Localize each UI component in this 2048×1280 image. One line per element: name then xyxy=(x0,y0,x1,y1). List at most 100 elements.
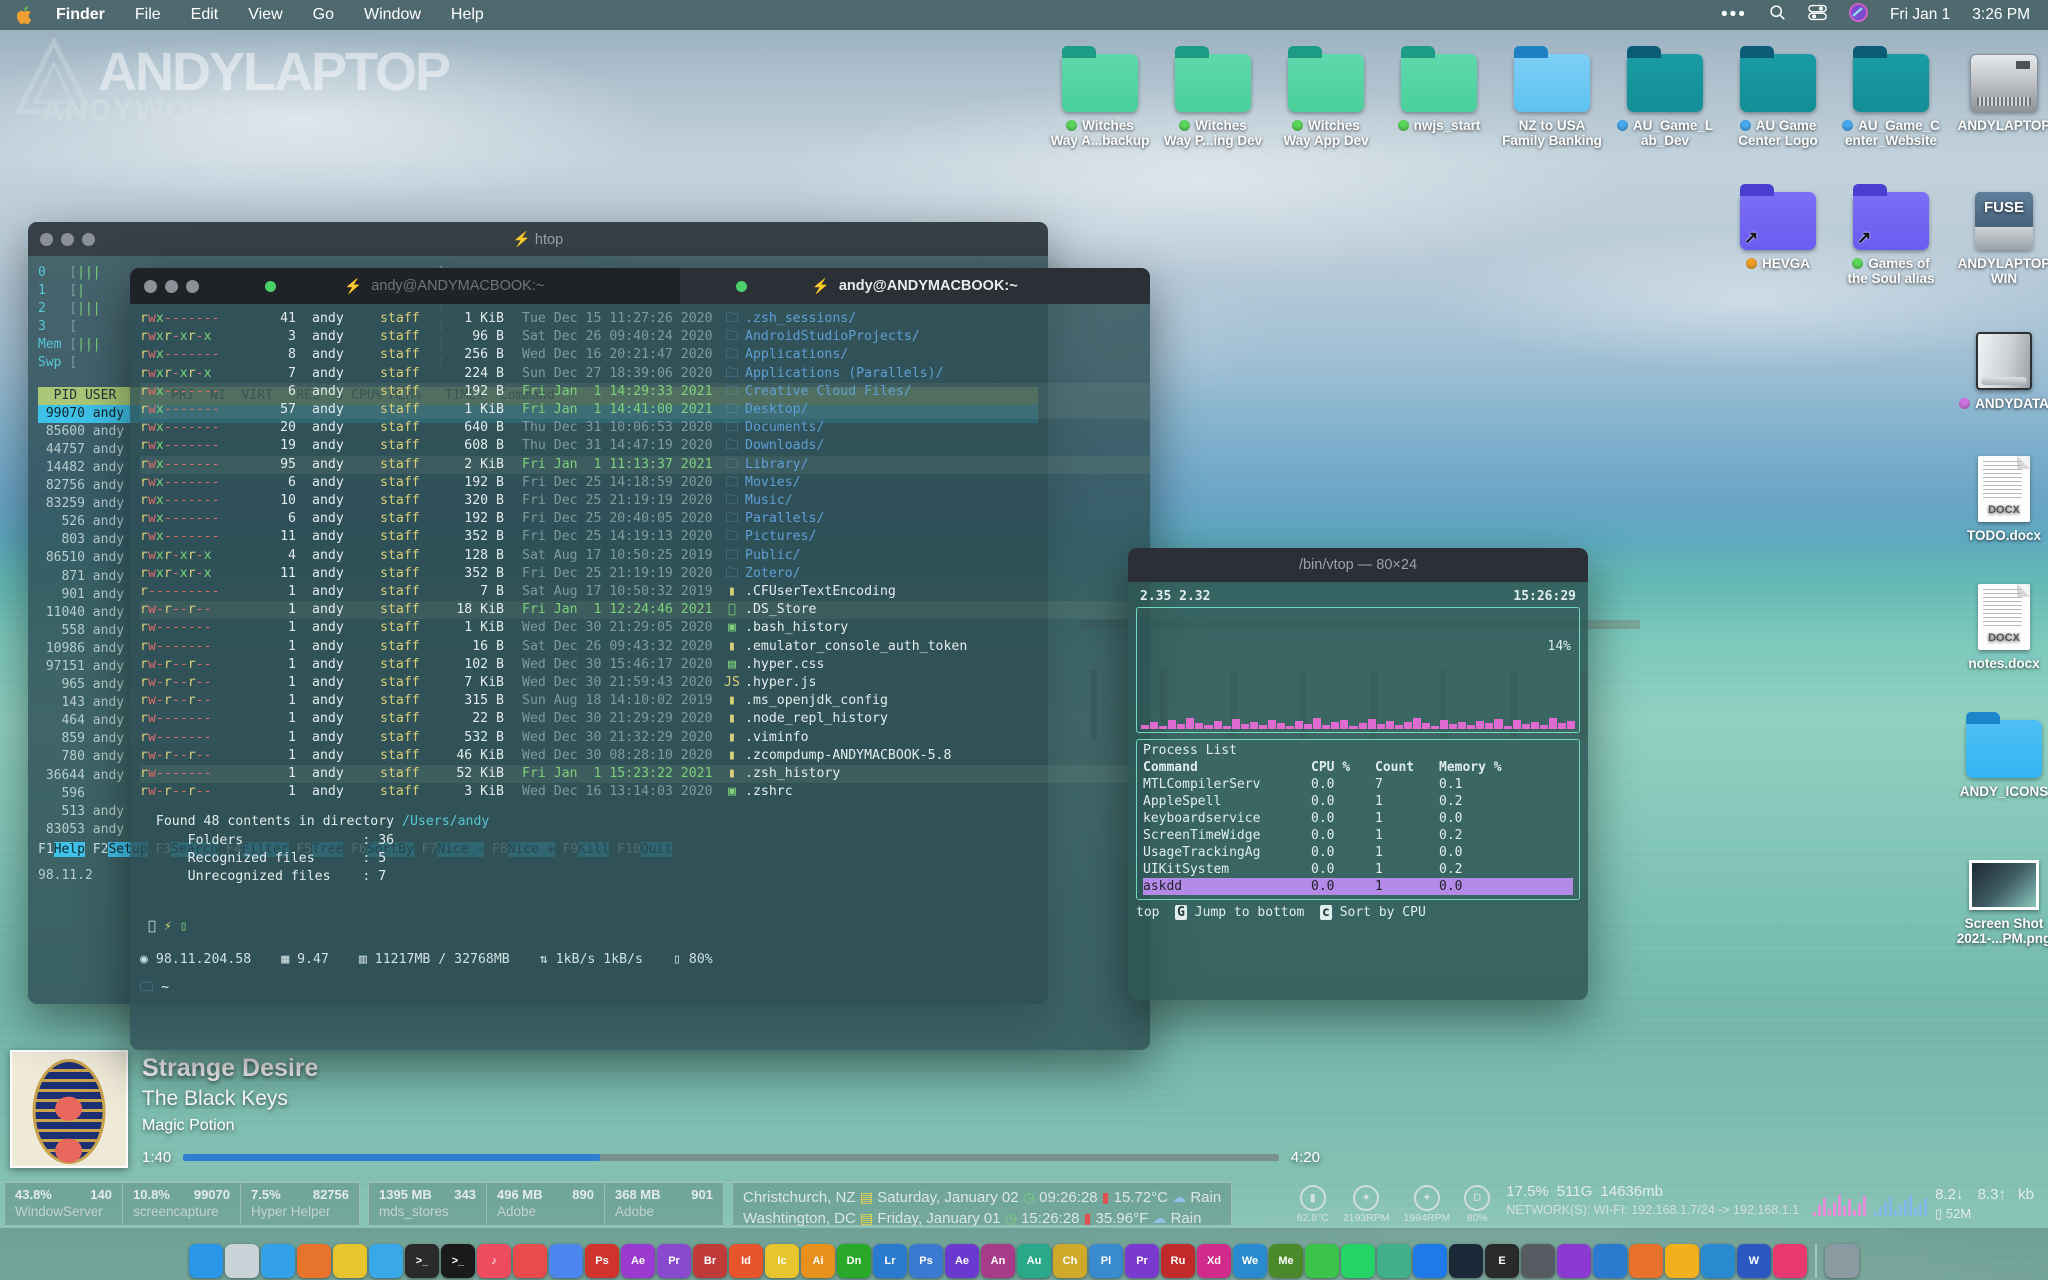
vtop-process-row[interactable]: UIKitSystem 0.0 1 0.2 xyxy=(1143,861,1573,878)
shell-prompt[interactable]: 🗀 ~ xyxy=(140,979,1150,997)
file-row[interactable]: rwx------- 6 andy staff 192 B Fri Dec 25 20:4… xyxy=(140,510,1150,528)
dock-app-messages[interactable] xyxy=(1305,1244,1339,1278)
dock-app-dropbox[interactable] xyxy=(1413,1244,1447,1278)
vtop-process-row[interactable]: AppleSpell 0.0 1 0.2 xyxy=(1143,793,1573,810)
terminal-body[interactable]: rwx------- 41 andy staff 1 KiB Tue Dec 15 11:… xyxy=(130,304,1150,1050)
file-row[interactable]: rwxr-xr-x 4 andy staff 128 B Sat Aug 17 10:50… xyxy=(140,547,1150,565)
dock-app-au[interactable]: Au xyxy=(1017,1244,1051,1278)
file-name[interactable]: .bash_history xyxy=(745,620,848,635)
file-row[interactable]: rwx------- 20 andy staff 640 B Thu Dec 31 10:… xyxy=(140,419,1150,437)
dock-app-chrome[interactable] xyxy=(333,1244,367,1278)
file-name[interactable]: Zotero/ xyxy=(745,566,801,581)
file-name[interactable]: .DS_Store xyxy=(745,602,816,617)
dock[interactable]: >_ >_ ♪ Ps Ae Pr Br Id Ic Ai Dn Lr Ps Ae An Au Ch Pl Pr Ru X… xyxy=(0,1228,2048,1280)
playback-bar[interactable]: 1:40 4:20 xyxy=(142,1149,1320,1166)
dock-app-unity[interactable] xyxy=(1521,1244,1555,1278)
desktop-icon[interactable]: DOCX TODO.docx xyxy=(1944,450,2048,543)
file-name[interactable]: Creative Cloud Files/ xyxy=(745,384,912,399)
dock-app-an[interactable]: An xyxy=(981,1244,1015,1278)
htop-fkey-label[interactable]: Help xyxy=(53,841,85,857)
menubar-time[interactable]: 3:26 PM xyxy=(1972,6,2030,24)
vtop-process-row[interactable]: UsageTrackingAg 0.0 1 0.0 xyxy=(1143,844,1573,861)
menu-app-name[interactable]: Finder xyxy=(56,6,105,24)
file-name[interactable]: Music/ xyxy=(745,493,793,508)
dock-app-ae2[interactable]: Ae xyxy=(945,1244,979,1278)
terminal-tab-1[interactable]: ⚡ andy@ANDYMACBOOK:~ xyxy=(209,268,680,304)
file-name[interactable]: .zcompdump-ANDYMACBOOK-5.8 xyxy=(745,748,951,763)
dock-app-launchpad[interactable] xyxy=(225,1244,259,1278)
vtop-footer-label[interactable]: Jump to bottom xyxy=(1195,905,1305,920)
file-row[interactable]: rw-r--r-- 1 andy staff 315 B Sun Aug 18 14:10… xyxy=(140,692,1150,710)
file-name[interactable]: .hyper.css xyxy=(745,657,824,672)
file-row[interactable]: rw------- 1 andy staff 532 B Wed Dec 30 21:32… xyxy=(140,729,1150,747)
dock-app-preview[interactable] xyxy=(549,1244,583,1278)
desktop-icon[interactable]: Witches Way A...backup xyxy=(1040,40,1160,148)
vtop-footer-label[interactable]: top xyxy=(1136,905,1159,920)
terminal-tabbar[interactable]: ⚡ andy@ANDYMACBOOK:~ ⚡ andy@ANDYMACBOOK:… xyxy=(130,268,1150,304)
minimize-button[interactable] xyxy=(165,279,178,293)
dock-app-ch[interactable]: Ch xyxy=(1053,1244,1087,1278)
menu-item-edit[interactable]: Edit xyxy=(191,6,219,24)
file-row[interactable]: r--------- 1 andy staff 7 B Sat Aug 17 10:50:… xyxy=(140,583,1150,601)
dock-app-steam[interactable] xyxy=(1449,1244,1483,1278)
file-name[interactable]: Public/ xyxy=(745,548,801,563)
dock-app-xcode[interactable] xyxy=(1593,1244,1627,1278)
desktop-icon[interactable]: AU_Game_L ab_Dev xyxy=(1605,40,1725,148)
file-name[interactable]: Library/ xyxy=(745,457,809,472)
file-row[interactable]: rwxr-xr-x 3 andy staff 96 B Sat Dec 26 09:40:… xyxy=(140,328,1150,346)
dock-app-blender[interactable] xyxy=(1629,1244,1663,1278)
dock-app-ru[interactable]: Ru xyxy=(1161,1244,1195,1278)
desktop-icon[interactable]: ANDY_ICONS xyxy=(1944,706,2048,799)
desktop-icon[interactable]: AU_Game_C enter_Website xyxy=(1831,40,1951,148)
desktop-icon[interactable]: ↗ HEVGA xyxy=(1718,178,1838,271)
dock-app-photos[interactable] xyxy=(513,1244,547,1278)
file-name[interactable]: Movies/ xyxy=(745,475,801,490)
control-center-icon[interactable] xyxy=(1808,4,1827,26)
file-row[interactable]: rwx------- 11 andy staff 352 B Fri Dec 25 14:… xyxy=(140,528,1150,546)
dock-app-safari[interactable] xyxy=(261,1244,295,1278)
dock-app-music[interactable]: ♪ xyxy=(477,1244,511,1278)
dock-app-word[interactable]: W xyxy=(1737,1244,1771,1278)
desktop-icon[interactable]: ↗ Games of the Soul alias xyxy=(1831,178,1951,286)
vtop-footer-label[interactable]: Sort by CPU xyxy=(1340,905,1426,920)
dock-app-ps[interactable]: Ps xyxy=(585,1244,619,1278)
dock-app-trash[interactable] xyxy=(1825,1244,1859,1278)
file-row[interactable]: rw-r--r-- 1 andy staff 7 KiB Wed Dec 30 21:59… xyxy=(140,674,1150,692)
vtop-process-row[interactable]: askdd 0.0 1 0.0 xyxy=(1143,878,1573,895)
desktop-icon[interactable]: Witches Way App Dev xyxy=(1266,40,1386,148)
file-name[interactable]: Desktop/ xyxy=(745,402,809,417)
maximize-button[interactable] xyxy=(82,232,95,246)
siri-icon[interactable] xyxy=(1848,3,1868,27)
desktop-icon[interactable]: FUSE ANDYLAPTOP WIN xyxy=(1944,178,2048,286)
file-row[interactable]: rw-r--r-- 1 andy staff 3 KiB Wed Dec 16 13:14… xyxy=(140,783,1150,801)
dock-app-zoom[interactable] xyxy=(1773,1244,1807,1278)
file-name[interactable]: .zsh_sessions/ xyxy=(745,311,856,326)
vtop-window[interactable]: /bin/vtop — 80×24 2.35 2.32 15:26:29 14% Pr… xyxy=(1128,548,1588,1000)
desktop-icon[interactable]: Witches Way P...ing Dev xyxy=(1153,40,1273,148)
file-name[interactable]: .hyper.js xyxy=(745,675,816,690)
file-row[interactable]: rwx------- 10 andy staff 320 B Fri Dec 25 21:… xyxy=(140,492,1150,510)
dock-app-me[interactable]: Me xyxy=(1269,1244,1303,1278)
menubar-date[interactable]: Fri Jan 1 xyxy=(1890,6,1950,24)
file-name[interactable]: AndroidStudioProjects/ xyxy=(745,329,920,344)
terminal-tab-2[interactable]: ⚡ andy@ANDYMACBOOK:~ xyxy=(679,268,1150,304)
dock-app-br[interactable]: Br xyxy=(693,1244,727,1278)
vtop-process-row[interactable]: ScreenTimeWidge 0.0 1 0.2 xyxy=(1143,827,1573,844)
desktop-icon[interactable]: Screen Shot 2021-...PM.png xyxy=(1944,838,2048,946)
vtop-footer[interactable]: top G Jump to bottom c Sort by CPU xyxy=(1136,904,1580,921)
file-row[interactable]: rw-r--r-- 1 andy staff 46 KiB Wed Dec 30 08:2… xyxy=(140,747,1150,765)
dock-app-hyper[interactable]: >_ xyxy=(441,1244,475,1278)
window-controls[interactable] xyxy=(130,279,209,293)
dock-app-slack[interactable] xyxy=(1377,1244,1411,1278)
file-row[interactable]: rw------- 1 andy staff 22 B Wed Dec 30 21:29:… xyxy=(140,710,1150,728)
dock-app-ai[interactable]: Ai xyxy=(801,1244,835,1278)
dock-app-whatsapp[interactable] xyxy=(1341,1244,1375,1278)
dock-app-xd[interactable]: Xd xyxy=(1197,1244,1231,1278)
file-row[interactable]: rwx------- 6 andy staff 192 B Fri Dec 25 14:1… xyxy=(140,474,1150,492)
file-row[interactable]: rw-r--r-- 1 andy staff 18 KiB Fri Jan 1 12:24… xyxy=(140,601,1150,620)
vtop-key[interactable]: c xyxy=(1320,905,1332,920)
dock-app-pl[interactable]: Pl xyxy=(1089,1244,1123,1278)
htop-titlebar[interactable]: ⚡ htop xyxy=(28,222,1048,256)
dock-app-we[interactable]: We xyxy=(1233,1244,1267,1278)
desktop-icon[interactable]: nwjs_start xyxy=(1379,40,1499,133)
